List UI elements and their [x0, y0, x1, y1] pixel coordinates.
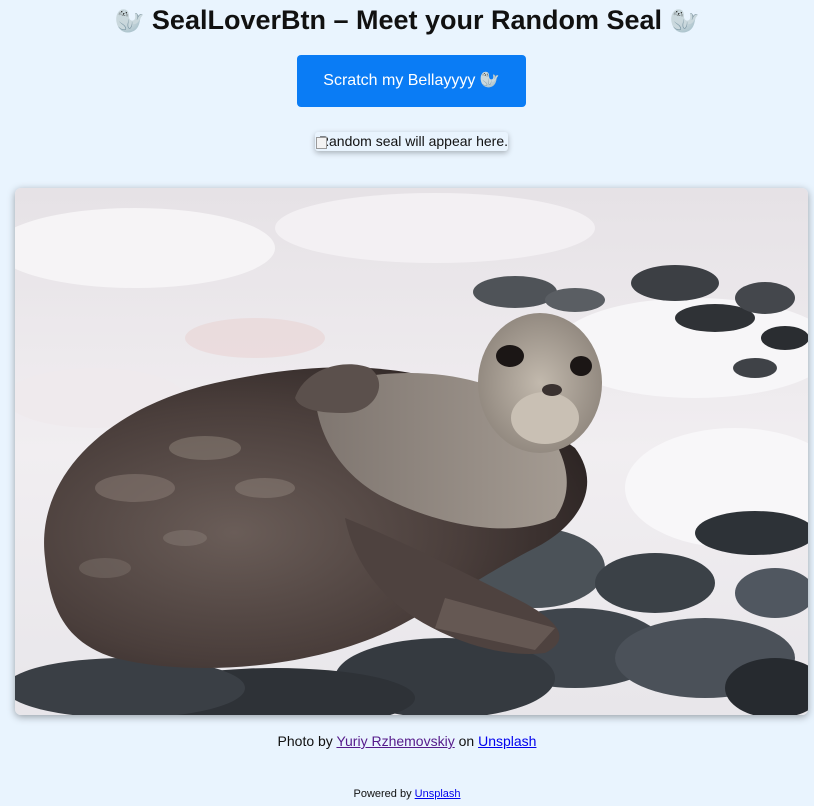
photo-credit: Photo by Yuriy Rzhemovskiy on Unsplash: [0, 732, 814, 750]
seal-photo-illustration: [15, 188, 808, 715]
page-title-text: SealLoverBtn – Meet your Random Seal: [151, 5, 663, 35]
seal-emoji-right: 🦭: [669, 8, 700, 35]
unsplash-footer-link[interactable]: Unsplash: [415, 788, 461, 800]
photo-credit-prefix: Photo by: [277, 733, 337, 749]
powered-by-prefix: Powered by: [353, 788, 415, 800]
photographer-link[interactable]: Yuriy Rzhemovskiy: [336, 733, 454, 749]
random-seal-image-placeholder: Random seal will appear here.: [315, 132, 508, 151]
unsplash-credit-link[interactable]: Unsplash: [478, 733, 536, 749]
broken-image-icon: [315, 135, 327, 149]
random-seal-image-alt: Random seal will appear here.: [318, 133, 508, 149]
scratch-belly-button[interactable]: Scratch my Bellayyyy 🦭: [297, 55, 526, 107]
photo-credit-middle: on: [454, 733, 479, 749]
seal-emoji-left: 🦭: [114, 8, 145, 35]
page-title: 🦭 SealLoverBtn – Meet your Random Seal 🦭: [0, 2, 814, 40]
seal-photo: [15, 188, 808, 715]
powered-by: Powered by Unsplash: [0, 787, 814, 801]
